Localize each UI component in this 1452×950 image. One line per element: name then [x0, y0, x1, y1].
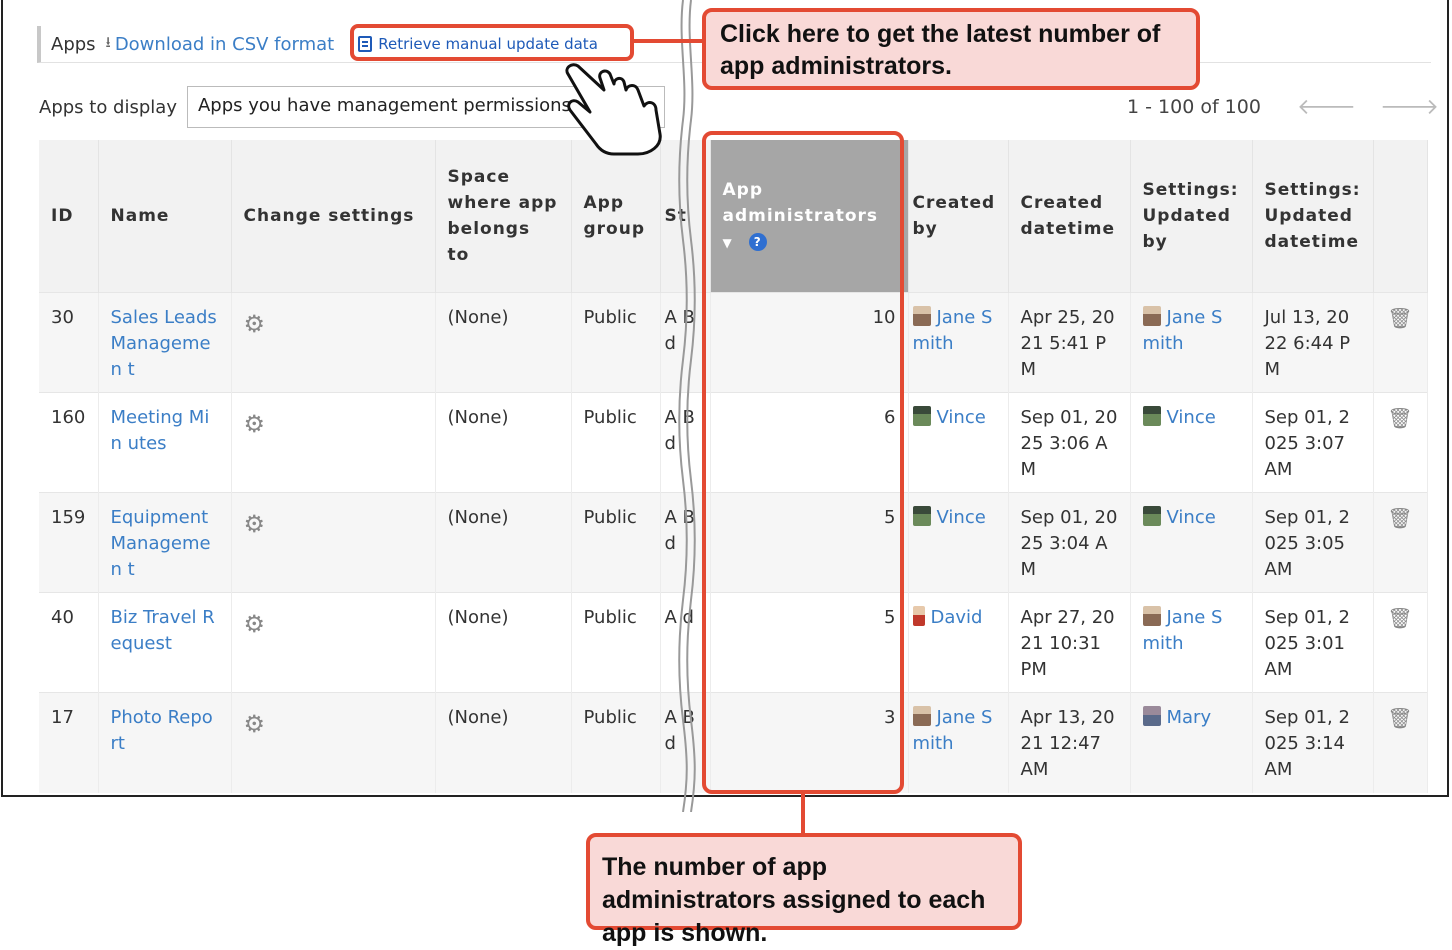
col-header-updated-datetime[interactable]: Settings: Updated datetime: [1252, 140, 1374, 293]
created-datetime: Apr 27, 2021 10:31 PM: [1008, 592, 1131, 693]
change-settings-cell: ⚙: [231, 692, 436, 793]
change-settings-cell: ⚙: [231, 392, 436, 493]
created-by-user[interactable]: Vince: [908, 492, 1009, 593]
updated-datetime: Jul 13, 2022 6:44 PM: [1252, 292, 1374, 393]
delete-cell: 🗑: [1373, 692, 1428, 793]
updated-datetime: Sep 01, 2025 3:07 AM: [1252, 392, 1374, 493]
app-name-link[interactable]: Meeting Min utes: [98, 392, 232, 493]
avatar: [912, 306, 931, 326]
change-settings-cell: ⚙: [231, 492, 436, 593]
app-space: (None): [435, 492, 572, 593]
avatar: [1142, 706, 1161, 726]
trash-icon[interactable]: 🗑: [1386, 505, 1415, 531]
gear-icon[interactable]: ⚙: [244, 711, 266, 737]
col-header-id[interactable]: ID: [39, 140, 99, 293]
trash-icon[interactable]: 🗑: [1386, 405, 1415, 431]
top-callout-connector: [632, 39, 704, 43]
gear-icon[interactable]: ⚙: [244, 411, 266, 437]
app-name-link[interactable]: Photo Repo rt: [98, 692, 232, 793]
updated-datetime: Sep 01, 2025 3:14 AM: [1252, 692, 1374, 793]
app-group: Public: [571, 592, 661, 693]
apps-to-display-label: Apps to display: [39, 96, 177, 118]
app-id: 159: [39, 492, 99, 593]
avatar: [1142, 606, 1161, 626]
app-id: 17: [39, 692, 99, 793]
app-administrators-column-highlight: [702, 131, 904, 794]
col-header-updated-by[interactable]: Settings: Updated by: [1130, 140, 1253, 293]
change-settings-cell: ⚙: [231, 592, 436, 693]
app-id: 30: [39, 292, 99, 393]
app-name-link[interactable]: Equipment Managemen t: [98, 492, 232, 593]
updated-by-user[interactable]: Mary: [1130, 692, 1253, 793]
created-by-user[interactable]: Jane S mith: [908, 692, 1009, 793]
app-space: (None): [435, 692, 572, 793]
change-settings-cell: ⚙: [231, 292, 436, 393]
download-csv-link[interactable]: ⭳ Download in CSV format: [106, 32, 335, 57]
app-group: Public: [571, 692, 661, 793]
app-group: Public: [571, 492, 661, 593]
created-by-user[interactable]: Vince: [908, 392, 1009, 493]
trash-icon[interactable]: 🗑: [1386, 605, 1415, 631]
col-header-app-group[interactable]: App group: [571, 140, 661, 293]
avatar: [912, 706, 931, 726]
delete-cell: 🗑: [1373, 592, 1428, 693]
app-id: 160: [39, 392, 99, 493]
updated-by-user[interactable]: Vince: [1130, 392, 1253, 493]
col-header-change-settings: Change settings: [231, 140, 436, 293]
col-header-name[interactable]: Name: [98, 140, 232, 293]
app-group: Public: [571, 392, 661, 493]
created-datetime: Sep 01, 2025 3:06 AM: [1008, 392, 1131, 493]
delete-cell: 🗑: [1373, 392, 1428, 493]
app-id: 40: [39, 592, 99, 693]
avatar: [912, 506, 931, 526]
created-datetime: Sep 01, 2025 3:04 AM: [1008, 492, 1131, 593]
col-header-space[interactable]: Space where app belongs to: [435, 140, 572, 293]
gear-icon[interactable]: ⚙: [244, 311, 266, 337]
app-name-link[interactable]: Sales Leads Managemen t: [98, 292, 232, 393]
app-group: Public: [571, 292, 661, 393]
pointing-hand-icon: [565, 63, 662, 156]
download-icon: ⭳: [105, 32, 111, 51]
avatar: [912, 606, 925, 626]
delete-cell: 🗑: [1373, 492, 1428, 593]
table-break-marker: [678, 0, 696, 812]
col-header-created-datetime[interactable]: Created datetime: [1008, 140, 1131, 293]
bottom-callout: The number of app administrators assigne…: [586, 833, 1022, 947]
prev-page-icon[interactable]: 🡐: [1297, 94, 1356, 120]
avatar: [1142, 406, 1161, 426]
updated-datetime: Sep 01, 2025 3:05 AM: [1252, 492, 1374, 593]
delete-cell: 🗑: [1373, 292, 1428, 393]
updated-datetime: Sep 01, 2025 3:01 AM: [1252, 592, 1374, 693]
app-space: (None): [435, 592, 572, 693]
updated-by-user[interactable]: Jane S mith: [1130, 292, 1253, 393]
created-datetime: Apr 13, 2021 12:47 AM: [1008, 692, 1131, 793]
gear-icon[interactable]: ⚙: [244, 511, 266, 537]
app-space: (None): [435, 392, 572, 493]
app-space: (None): [435, 292, 572, 393]
col-header-actions: [1373, 140, 1428, 293]
created-datetime: Apr 25, 2021 5:41 PM: [1008, 292, 1131, 393]
app-name-link[interactable]: Biz Travel R equest: [98, 592, 232, 693]
next-page-icon[interactable]: 🡒: [1380, 94, 1439, 120]
trash-icon[interactable]: 🗑: [1386, 705, 1415, 731]
bottom-callout-connector: [801, 792, 805, 834]
top-callout: Click here to get the latest number of a…: [702, 8, 1200, 90]
trash-icon[interactable]: 🗑: [1386, 305, 1415, 331]
updated-by-user[interactable]: Vince: [1130, 492, 1253, 593]
gear-icon[interactable]: ⚙: [244, 611, 266, 637]
pagination-range: 1 - 100 of 100: [1127, 96, 1261, 118]
avatar: [1142, 506, 1161, 526]
avatar: [1142, 306, 1161, 326]
avatar: [912, 406, 931, 426]
download-csv-label: Download in CSV format: [114, 33, 335, 55]
updated-by-user[interactable]: Jane S mith: [1130, 592, 1253, 693]
apps-title: Apps: [51, 33, 96, 55]
pagination: 1 - 100 of 100 🡐 🡒: [1127, 94, 1439, 120]
col-header-created-by[interactable]: Created by: [908, 140, 1009, 293]
created-by-user[interactable]: Jane S mith: [908, 292, 1009, 393]
created-by-user[interactable]: David: [908, 592, 1009, 693]
